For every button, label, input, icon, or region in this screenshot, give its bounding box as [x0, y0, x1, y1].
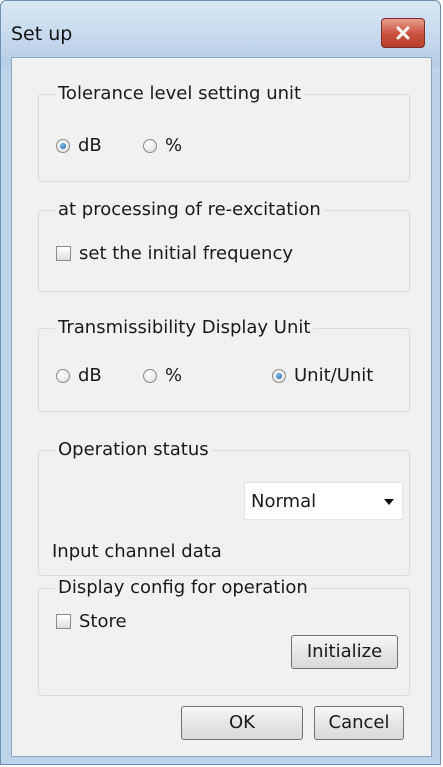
store-checkbox[interactable]	[56, 614, 71, 629]
transmissibility-db-option[interactable]: dB	[56, 365, 102, 386]
chevron-down-icon[interactable]	[384, 499, 394, 505]
transmissibility-percent-radio[interactable]	[143, 368, 157, 383]
cancel-button[interactable]: Cancel	[314, 706, 404, 740]
input-channel-label: Input channel data	[52, 541, 222, 562]
reexcitation-group: at processing of re-excitation set the i…	[38, 199, 410, 292]
dialog-content: Tolerance level setting unit dB % at pro…	[11, 57, 432, 757]
transmissibility-db-radio[interactable]	[56, 368, 70, 383]
initial-frequency-label: set the initial frequency	[79, 243, 293, 264]
tolerance-unit-title: Tolerance level setting unit	[55, 83, 305, 105]
tolerance-percent-label: %	[165, 135, 183, 156]
operation-status-title: Operation status	[55, 439, 212, 461]
tolerance-unit-group: Tolerance level setting unit dB %	[38, 83, 410, 182]
input-channel-value: Normal	[251, 491, 317, 512]
initialize-button[interactable]: Initialize	[291, 635, 398, 669]
display-config-group: Display config for operation Store Initi…	[38, 577, 410, 696]
transmissibility-percent-label: %	[165, 365, 183, 386]
transmissibility-unit-label: Unit/Unit	[294, 365, 374, 386]
reexcitation-title: at processing of re-excitation	[55, 199, 324, 221]
transmissibility-db-label: dB	[78, 365, 102, 386]
transmissibility-group: Transmissibility Display Unit dB % Unit/…	[38, 317, 410, 412]
transmissibility-percent-option[interactable]: %	[143, 365, 182, 386]
window-title: Set up	[11, 23, 73, 45]
tolerance-db-radio[interactable]	[56, 138, 70, 153]
close-button[interactable]	[381, 18, 425, 48]
tolerance-db-label: dB	[78, 135, 102, 156]
store-label: Store	[79, 611, 127, 632]
close-x-icon	[396, 26, 410, 40]
initial-frequency-option[interactable]: set the initial frequency	[56, 243, 293, 264]
transmissibility-title: Transmissibility Display Unit	[55, 317, 314, 339]
tolerance-percent-radio[interactable]	[143, 138, 157, 153]
display-config-title: Display config for operation	[55, 577, 311, 599]
input-channel-select[interactable]: Normal	[244, 482, 403, 520]
initial-frequency-checkbox[interactable]	[56, 246, 71, 261]
tolerance-percent-option[interactable]: %	[143, 135, 182, 156]
tolerance-db-option[interactable]: dB	[56, 135, 102, 156]
setup-dialog: Set up Tolerance level setting unit dB %…	[0, 0, 441, 765]
transmissibility-unit-radio[interactable]	[272, 368, 286, 383]
store-option[interactable]: Store	[56, 611, 127, 632]
transmissibility-unit-option[interactable]: Unit/Unit	[272, 365, 373, 386]
ok-button[interactable]: OK	[181, 706, 303, 740]
